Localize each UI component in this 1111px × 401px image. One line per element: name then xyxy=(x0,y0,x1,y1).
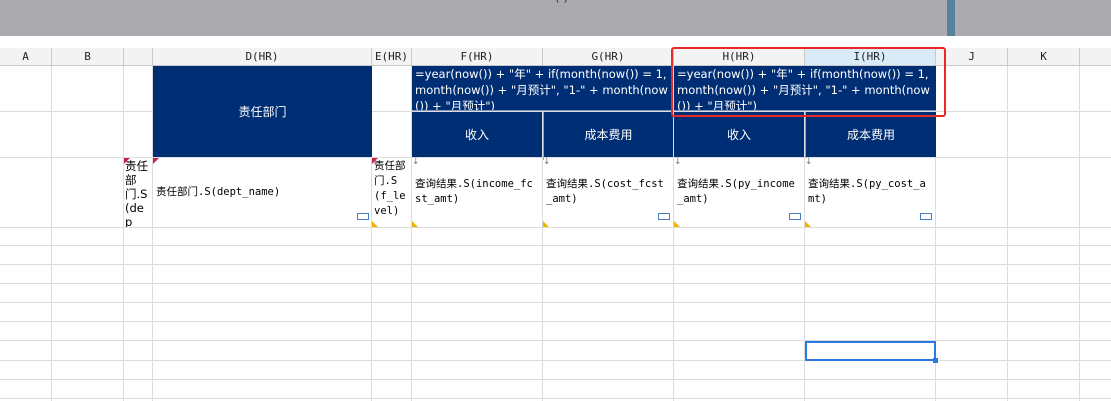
column-header-e[interactable]: E(HR) xyxy=(372,48,412,66)
cell-d-text: 责任部门.S(dept_name) xyxy=(156,186,281,198)
data-cell-i[interactable]: 查询结果.S(py_cost_amt) xyxy=(805,176,935,226)
comment-marker-icon xyxy=(124,158,130,164)
cell-widget-icon[interactable] xyxy=(789,213,801,220)
selected-cell[interactable] xyxy=(805,341,938,363)
cell-widget-icon[interactable] xyxy=(920,213,932,220)
expand-down-arrow-icon: ↓ xyxy=(805,157,813,167)
expand-down-arrow-icon: ↓ xyxy=(412,157,420,167)
formula-header-cell-fg[interactable]: =year(now()) + "年" + if(month(now()) = 1… xyxy=(412,66,673,111)
expand-marker-icon xyxy=(805,221,811,227)
header-cell-dept[interactable]: 责任部门 xyxy=(153,66,372,157)
window-title-fragment: ( ) xyxy=(555,0,568,4)
cell-widget-icon[interactable] xyxy=(658,213,670,220)
cost-label-i: 成本费用 xyxy=(846,128,895,142)
cell-e-text: 责任部门.S(f_level) xyxy=(374,160,406,217)
data-cell-g[interactable]: 查询结果.S(cost_fcst_amt) xyxy=(543,176,673,226)
expand-down-arrow-icon: ↓ xyxy=(543,157,551,167)
column-header-c[interactable] xyxy=(124,48,153,66)
expand-marker-icon xyxy=(674,221,680,227)
expand-marker-icon xyxy=(372,221,378,227)
header-cell-cost-i[interactable]: 成本费用 xyxy=(805,112,936,157)
expand-down-arrow-icon: ↓ xyxy=(674,157,682,167)
cell-widget-icon[interactable] xyxy=(357,213,369,220)
column-header-k[interactable]: K xyxy=(1008,48,1080,66)
data-cell-c[interactable]: 责任部门.S(dep xyxy=(124,158,152,227)
cell-h-text: 查询结果.S(py_income_amt) xyxy=(677,178,795,205)
fill-handle[interactable] xyxy=(933,358,938,363)
cell-c-text: 责任部门.S(dep xyxy=(125,159,148,227)
column-header-d[interactable]: D(HR) xyxy=(153,48,372,66)
header-cell-income-h[interactable]: 收入 xyxy=(674,112,804,157)
cell-border xyxy=(805,112,806,158)
income-label-f: 收入 xyxy=(464,128,489,142)
income-label-h: 收入 xyxy=(726,128,751,142)
data-cell-d[interactable]: 责任部门.S(dept_name) xyxy=(153,158,371,227)
expand-down-arrow-icon: ↓ xyxy=(372,157,380,167)
data-cell-f[interactable]: 查询结果.S(income_fcst_amt) xyxy=(412,176,542,226)
cell-i-text: 查询结果.S(py_cost_amt) xyxy=(808,178,926,205)
comment-marker-icon xyxy=(153,158,159,164)
column-header-a[interactable]: A xyxy=(0,48,52,66)
cell-f-text: 查询结果.S(income_fcst_amt) xyxy=(415,178,533,205)
cost-label-g: 成本费用 xyxy=(584,128,633,142)
highlight-annotation-box xyxy=(671,47,946,117)
column-header-b[interactable]: B xyxy=(52,48,124,66)
data-cell-e[interactable]: 责任部门.S(f_level) xyxy=(372,158,411,227)
column-header-g[interactable]: G(HR) xyxy=(543,48,674,66)
data-cell-h[interactable]: 查询结果.S(py_income_amt) xyxy=(674,176,804,226)
formula-text-fg: =year(now()) + "年" + if(month(now()) = 1… xyxy=(415,67,668,111)
column-header-j[interactable]: J xyxy=(936,48,1008,66)
expand-marker-icon xyxy=(543,221,549,227)
window-titlebar: ( ) xyxy=(0,0,1111,36)
cell-g-text: 查询结果.S(cost_fcst_amt) xyxy=(546,178,664,205)
column-header-f[interactable]: F(HR) xyxy=(412,48,543,66)
dept-header-label: 责任部门 xyxy=(238,105,287,119)
toolbar-gap xyxy=(0,36,1111,48)
cell-border xyxy=(543,112,544,160)
expand-marker-icon xyxy=(412,221,418,227)
splitter-handle[interactable] xyxy=(947,0,955,36)
column-header-l[interactable] xyxy=(1080,48,1111,66)
header-cell-income-f[interactable]: 收入 xyxy=(412,112,542,157)
header-cell-cost-g[interactable]: 成本费用 xyxy=(543,112,673,157)
